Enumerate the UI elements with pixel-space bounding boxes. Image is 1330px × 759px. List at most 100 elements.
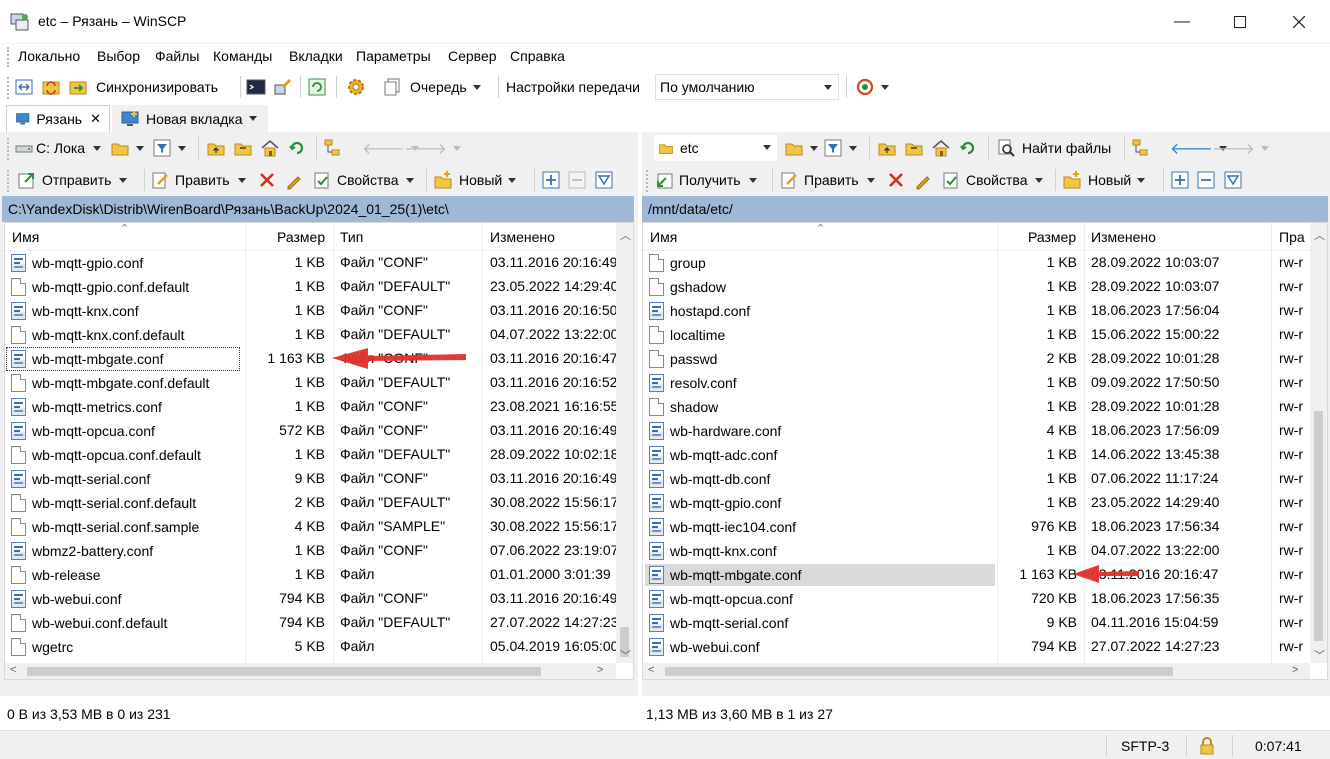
queue-button[interactable]: Очередь — [382, 73, 481, 101]
menu-commands[interactable]: Команды — [213, 48, 272, 64]
compare-dirs-button[interactable] — [14, 73, 34, 101]
file-name-cell[interactable]: wb-mqtt-db.conf — [645, 468, 995, 490]
menu-select[interactable]: Выбор — [97, 48, 140, 64]
menu-local[interactable]: Локально — [18, 48, 80, 64]
right-vscroll-thumb[interactable] — [1314, 411, 1323, 641]
right-select-button[interactable] — [1170, 166, 1190, 194]
file-row[interactable]: wb-mqtt-serial.conf 9 KB 04.11.2016 15:04:… — [643, 611, 1327, 635]
right-refresh-button[interactable] — [958, 134, 978, 162]
file-name-cell[interactable]: gshadow — [645, 276, 995, 298]
file-name-cell[interactable]: wb-mqtt-mbgate.conf — [6, 347, 240, 371]
right-file-list[interactable]: Имя ⌃ Размер Изменено Пра group 1 KB 28.09… — [642, 222, 1328, 680]
file-row[interactable]: wb-mqtt-opcua.conf.default 1 KB Файл "DEFA… — [5, 443, 633, 467]
file-row[interactable]: wb-mqtt-knx.conf 1 KB 04.07.2022 13:22:00 r… — [643, 539, 1327, 563]
sync-browse-button[interactable] — [41, 73, 61, 101]
file-name-cell[interactable]: wb-mqtt-mbgate.conf.default — [7, 372, 239, 394]
file-name-cell[interactable]: wb-webui.conf.default — [7, 612, 239, 634]
menu-help[interactable]: Справка — [510, 48, 565, 64]
right-root-dir-button[interactable] — [904, 134, 924, 162]
file-row[interactable]: wb-mqtt-serial.conf.sample 4 KB Файл "SAMP… — [5, 515, 633, 539]
file-row[interactable]: wb-mqtt-opcua.conf 720 KB 18.06.2023 17:56… — [643, 587, 1327, 611]
left-delete-button[interactable] — [257, 166, 277, 194]
send-button[interactable]: Отправить — [17, 166, 128, 194]
col-name-header[interactable]: Имя — [12, 229, 39, 245]
left-drive-select[interactable]: C: Лока — [14, 134, 102, 162]
file-name-cell[interactable]: localtime — [645, 324, 995, 346]
left-open-dir-button[interactable] — [110, 134, 144, 162]
left-rename-button[interactable] — [284, 166, 304, 194]
keep-remote-up-to-date-button[interactable] — [855, 73, 889, 101]
left-edit-button[interactable]: Править — [150, 166, 246, 194]
file-name-cell[interactable]: wb-mqtt-gpio.conf.default — [7, 276, 239, 298]
left-vertical-scrollbar[interactable]: ︿ ﹀ — [616, 223, 633, 663]
file-row[interactable]: wb-mqtt-gpio.conf 1 KB 23.05.2022 14:29:40… — [643, 491, 1327, 515]
file-row[interactable]: wgetrc 5 KB Файл 05.04.2019 16:05:00 — [5, 635, 633, 659]
file-row[interactable]: shadow 1 KB 28.09.2022 10:01:28 rw-r — [643, 395, 1327, 419]
file-name-cell[interactable]: wgetrc — [7, 636, 239, 658]
file-row[interactable]: wb-mqtt-mbgate.conf.default 1 KB Файл "DEF… — [5, 371, 633, 395]
scroll-down-icon[interactable]: ﹀ — [1314, 647, 1325, 663]
file-row[interactable]: wb-mqtt-gpio.conf.default 1 KB Файл "DEFAU… — [5, 275, 633, 299]
file-row[interactable]: wb-webui.conf.default 794 KB Файл "DEFAULT… — [5, 611, 633, 635]
right-dir-select[interactable]: etc — [654, 135, 777, 161]
left-refresh-button[interactable] — [287, 134, 307, 162]
file-name-cell[interactable]: wb-mqtt-opcua.conf — [7, 420, 239, 442]
file-name-cell[interactable]: wb-mqtt-adc.conf — [645, 444, 995, 466]
minimize-button[interactable]: — — [1153, 0, 1211, 44]
file-row[interactable]: wb-mqtt-adc.conf 1 KB 14.06.2022 13:45:38 r… — [643, 443, 1327, 467]
left-home-button[interactable] — [260, 134, 280, 162]
col-modified-header[interactable]: Изменено — [1091, 229, 1156, 245]
right-horizontal-scrollbar[interactable]: < > — [643, 663, 1310, 679]
file-name-cell[interactable]: wb-mqtt-knx.conf.default — [7, 324, 239, 346]
scroll-up-icon[interactable]: ︿ — [1314, 227, 1325, 243]
left-filter-button[interactable] — [152, 134, 186, 162]
file-row[interactable]: wb-release 1 KB Файл 01.01.2000 3:01:39 — [5, 563, 633, 587]
right-edit-button[interactable]: Править — [779, 166, 875, 194]
transfer-preset-select[interactable]: По умолчанию — [655, 74, 839, 100]
left-parent-dir-button[interactable] — [206, 134, 226, 162]
left-select-all-button[interactable] — [594, 166, 614, 194]
file-name-cell[interactable]: wb-webui.conf — [645, 636, 995, 658]
right-tree-button[interactable] — [1131, 134, 1151, 162]
left-unselect-button[interactable] — [567, 166, 587, 194]
file-name-cell[interactable]: wb-mqtt-gpio.conf — [645, 492, 995, 514]
file-name-cell[interactable]: wb-mqtt-iec104.conf — [645, 516, 995, 538]
file-row[interactable]: wb-mqtt-mbgate.conf 1 163 KB 03.11.2016 20… — [643, 563, 1327, 587]
maximize-button[interactable] — [1211, 0, 1269, 44]
left-hscroll-thumb[interactable] — [27, 667, 541, 676]
col-modified-header[interactable]: Изменено — [490, 229, 555, 245]
right-home-button[interactable] — [931, 134, 951, 162]
scroll-right-icon[interactable]: > — [1292, 664, 1298, 676]
file-row[interactable]: wb-mqtt-knx.conf 1 KB Файл "CONF" 03.11.201… — [5, 299, 633, 323]
file-name-cell[interactable]: wb-mqtt-knx.conf — [645, 540, 995, 562]
file-row[interactable]: wb-webui.conf 794 KB Файл "CONF" 03.11.2016… — [5, 587, 633, 611]
file-row[interactable]: wb-mqtt-serial.conf 9 KB Файл "CONF" 03.11.… — [5, 467, 633, 491]
tab-new[interactable]: Новая вкладка — [112, 105, 268, 132]
file-row[interactable]: wb-mqtt-iec104.conf 976 KB 18.06.2023 17:5… — [643, 515, 1327, 539]
left-horizontal-scrollbar[interactable]: < > — [5, 663, 616, 679]
file-name-cell[interactable]: resolv.conf — [645, 372, 995, 394]
file-name-cell[interactable]: wb-hardware.conf — [645, 420, 995, 442]
file-name-cell[interactable]: passwd — [645, 348, 995, 370]
receive-button[interactable]: Получить — [654, 166, 757, 194]
file-name-cell[interactable]: wb-mqtt-opcua.conf.default — [7, 444, 239, 466]
file-name-cell[interactable]: wb-mqtt-serial.conf.sample — [7, 516, 239, 538]
scroll-down-icon[interactable]: ﹀ — [620, 647, 631, 663]
right-new-button[interactable]: Новый — [1062, 166, 1146, 194]
right-delete-button[interactable] — [886, 166, 906, 194]
open-terminal-button[interactable] — [246, 73, 266, 101]
tab-ryazan[interactable]: Рязань ✕ — [6, 105, 110, 132]
menu-files[interactable]: Файлы — [155, 48, 199, 64]
file-row[interactable]: wb-webui.conf 794 KB 27.07.2022 14:27:23 rw… — [643, 635, 1327, 659]
file-row[interactable]: localtime 1 KB 15.06.2022 15:00:22 rw-r — [643, 323, 1327, 347]
col-size-header[interactable]: Размер — [277, 229, 325, 245]
right-unselect-button[interactable] — [1196, 166, 1216, 194]
menu-options[interactable]: Параметры — [356, 48, 431, 64]
file-row[interactable]: wb-hardware.conf 4 KB 18.06.2023 17:56:09 r… — [643, 419, 1327, 443]
col-type-header[interactable]: Тип — [340, 229, 363, 245]
left-root-dir-button[interactable] — [233, 134, 253, 162]
left-tree-button[interactable] — [323, 134, 343, 162]
find-files-button[interactable]: Найти файлы — [996, 134, 1111, 162]
right-rename-button[interactable] — [913, 166, 933, 194]
file-row[interactable]: passwd 2 KB 28.09.2022 10:01:28 rw-r — [643, 347, 1327, 371]
